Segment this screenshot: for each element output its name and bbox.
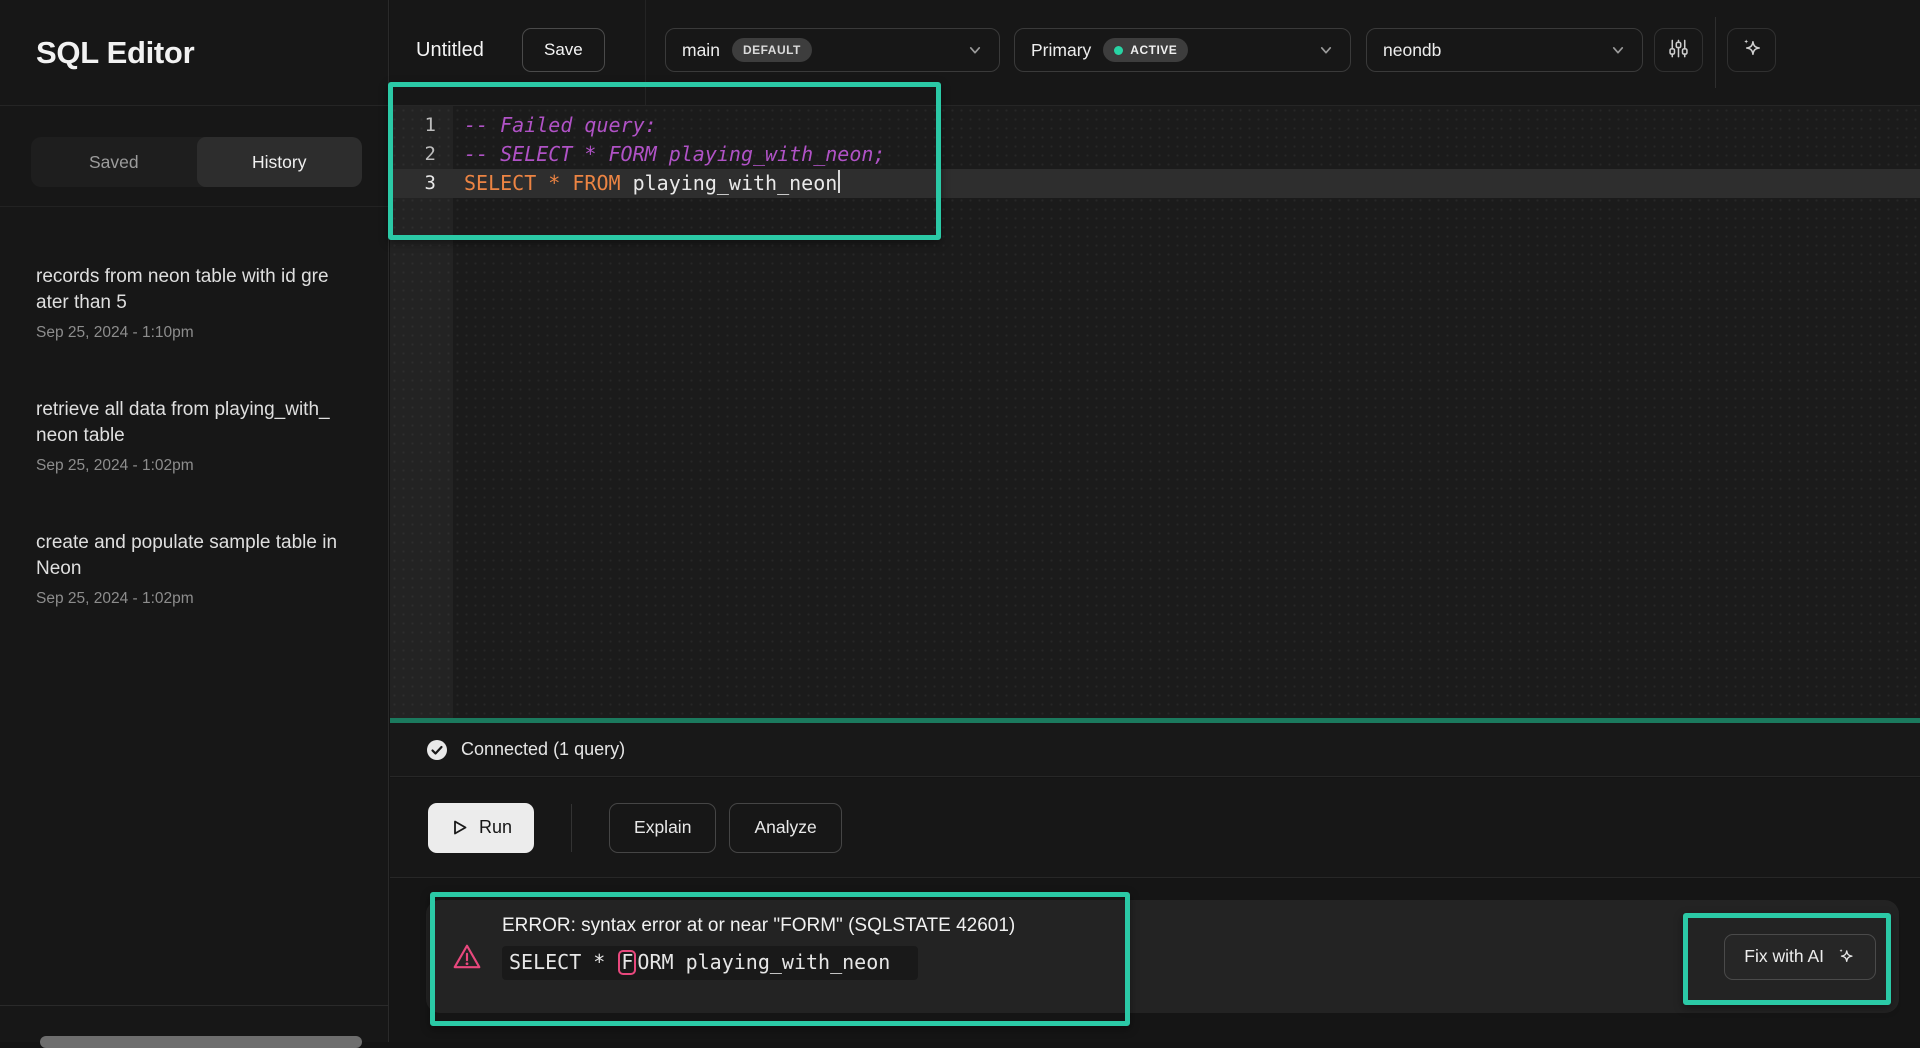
- check-circle-icon: [426, 739, 448, 761]
- sidebar-divider: [0, 1005, 388, 1006]
- line-number: 1: [390, 111, 453, 140]
- sidebar-bottom-element: [40, 1036, 362, 1048]
- sidebar-header: SQL Editor: [0, 0, 388, 106]
- code-text: -- Failed query:: [453, 111, 657, 140]
- sql-comment: -- SELECT * FORM playing_with_neon;: [464, 142, 885, 166]
- sql-identifier: playing_with_neon: [621, 171, 838, 195]
- query-title: Untitled: [416, 28, 484, 72]
- error-highlight: F: [618, 950, 636, 975]
- sql-comment: -- Failed query:: [464, 113, 657, 137]
- active-dot-icon: [1114, 46, 1123, 55]
- database-name: neondb: [1383, 40, 1441, 61]
- actions-bar: Run Explain Analyze: [390, 778, 1920, 878]
- connection-status: Connected (1 query): [461, 739, 625, 760]
- code-text: SELECT * FROM playing_with_neon: [453, 169, 840, 198]
- warning-triangle-icon: [452, 942, 482, 972]
- ai-assistant-button[interactable]: [1727, 28, 1776, 72]
- connection-statusbar: Connected (1 query): [390, 723, 1920, 777]
- text-cursor: [838, 170, 840, 193]
- play-icon: [450, 818, 469, 837]
- code-before: SELECT *: [509, 950, 617, 974]
- chevron-down-icon: [967, 42, 983, 58]
- compute-name: Primary: [1031, 40, 1091, 61]
- active-badge-label: ACTIVE: [1130, 43, 1177, 57]
- explain-button[interactable]: Explain: [609, 803, 716, 853]
- main-pane: Untitled Save main DEFAULT Primary ACTIV…: [390, 0, 1920, 1042]
- sparkles-icon: [1739, 36, 1764, 64]
- sparkles-icon: [1835, 946, 1856, 967]
- sidebar: SQL Editor Saved History records from ne…: [0, 0, 389, 1042]
- sidebar-tabs: Saved History: [0, 106, 388, 207]
- branch-name: main: [682, 40, 720, 61]
- error-title: ERROR: syntax error at or near "FORM" (S…: [502, 915, 1015, 937]
- line-number: 2: [390, 140, 453, 169]
- history-item-timestamp: Sep 25, 2024 - 1:02pm: [36, 457, 360, 475]
- sql-keywords: SELECT * FROM: [464, 171, 621, 195]
- toolbar-divider: [645, 0, 646, 105]
- code-line-1: 1 -- Failed query:: [390, 111, 1920, 140]
- history-item-title: retrieve all data from playing_with_neon…: [36, 397, 338, 449]
- tab-history[interactable]: History: [197, 137, 363, 187]
- code-line-3-active: 3 SELECT * FROM playing_with_neon: [390, 169, 1920, 198]
- branch-selector[interactable]: main DEFAULT: [665, 28, 1000, 72]
- list-item[interactable]: retrieve all data from playing_with_neon…: [36, 397, 360, 475]
- code-line-2: 2 -- SELECT * FORM playing_with_neon;: [390, 140, 1920, 169]
- code-after: ORM playing_with_neon: [637, 950, 890, 974]
- error-message: ERROR: syntax error at or near "FORM" (S…: [502, 915, 1015, 980]
- history-item-timestamp: Sep 25, 2024 - 1:02pm: [36, 590, 360, 608]
- active-badge: ACTIVE: [1103, 38, 1188, 62]
- toolbar-divider: [1715, 17, 1716, 88]
- code-text: -- SELECT * FORM playing_with_neon;: [453, 140, 885, 169]
- actions-divider: [571, 804, 572, 852]
- chevron-down-icon: [1610, 42, 1626, 58]
- sql-code-editor[interactable]: 1 -- Failed query: 2 -- SELECT * FORM pl…: [390, 106, 1920, 718]
- history-item-title: create and populate sample table in Neon: [36, 530, 338, 582]
- error-panel: ERROR: syntax error at or near "FORM" (S…: [426, 900, 1899, 1013]
- results-pane: ERROR: syntax error at or near "FORM" (S…: [390, 879, 1920, 1042]
- fix-with-ai-label: Fix with AI: [1744, 946, 1824, 967]
- default-badge: DEFAULT: [732, 38, 812, 62]
- save-button[interactable]: Save: [522, 28, 605, 72]
- history-list: records from neon table with id greater …: [0, 207, 388, 608]
- run-button[interactable]: Run: [428, 803, 534, 853]
- history-item-timestamp: Sep 25, 2024 - 1:10pm: [36, 324, 360, 342]
- fix-with-ai-button[interactable]: Fix with AI: [1724, 934, 1876, 980]
- tab-group: Saved History: [31, 137, 362, 187]
- analyze-button[interactable]: Analyze: [729, 803, 841, 853]
- tab-saved[interactable]: Saved: [31, 137, 197, 187]
- compute-selector[interactable]: Primary ACTIVE: [1014, 28, 1351, 72]
- database-selector[interactable]: neondb: [1366, 28, 1643, 72]
- history-item-title: records from neon table with id greater …: [36, 264, 338, 316]
- page-title: SQL Editor: [36, 35, 194, 71]
- settings-sliders-button[interactable]: [1654, 28, 1703, 72]
- line-number: 3: [390, 169, 453, 198]
- chevron-down-icon: [1318, 42, 1334, 58]
- list-item[interactable]: records from neon table with id greater …: [36, 264, 360, 342]
- run-button-label: Run: [479, 817, 512, 838]
- list-item[interactable]: create and populate sample table in Neon…: [36, 530, 360, 608]
- editor-toolbar: Untitled Save main DEFAULT Primary ACTIV…: [390, 0, 1920, 106]
- sliders-icon: [1667, 37, 1690, 63]
- error-code-snippet: SELECT * FORM playing_with_neon: [502, 946, 918, 980]
